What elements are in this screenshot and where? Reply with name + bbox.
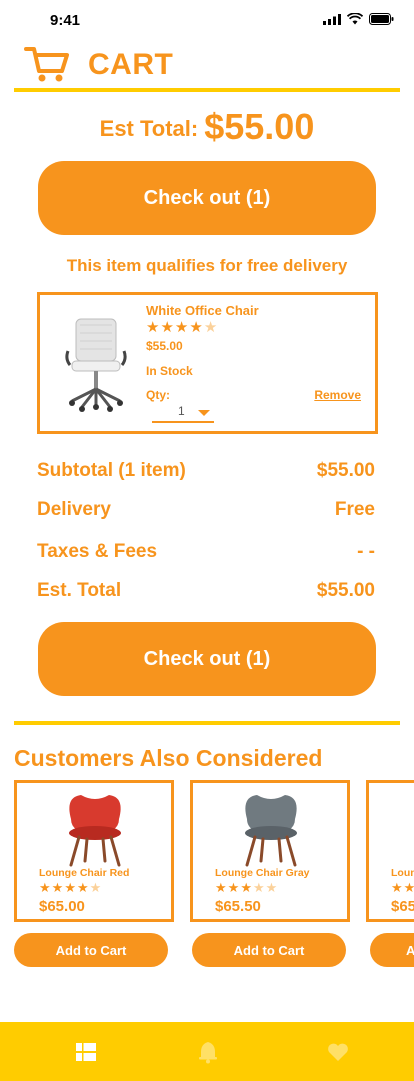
summary-value: - - xyxy=(357,541,375,562)
product-name: Lounge Chair Gray xyxy=(215,867,310,879)
star-empty-icon: ★ xyxy=(203,319,218,336)
status-icons xyxy=(323,13,394,25)
bottom-nav xyxy=(0,1022,414,1081)
star-filled-icon: ★ xyxy=(189,319,203,336)
star-filled-icon: ★ xyxy=(64,880,76,895)
star-filled-icon: ★ xyxy=(227,880,240,895)
product-rating: ★★★★★ xyxy=(215,881,277,894)
header-divider xyxy=(14,88,400,92)
remove-link[interactable]: Remove xyxy=(314,388,361,402)
star-filled-icon: ★ xyxy=(174,319,189,336)
signal-icon xyxy=(323,13,341,25)
office-chair-image xyxy=(65,318,127,412)
product-price: $65.00 xyxy=(39,898,85,915)
checkout-button-top[interactable]: Check out (1) xyxy=(38,161,376,235)
est-total-summary: Est Total: $55.00 xyxy=(0,106,414,148)
chevron-down-icon xyxy=(198,410,210,416)
page-title: CART xyxy=(88,48,174,81)
bell-icon[interactable] xyxy=(196,1040,220,1064)
page-header: CART xyxy=(14,42,400,90)
star-filled-icon: ★ xyxy=(215,880,227,895)
star-filled-icon: ★ xyxy=(391,880,403,895)
lounge-chair-red-image xyxy=(69,795,121,867)
summary-label: Taxes & Fees xyxy=(37,541,158,562)
item-rating: ★ ★ ★ ★ ★ xyxy=(146,320,217,335)
product-rating: ★★★★★ xyxy=(39,881,101,894)
product-name: Lounge Chair Red xyxy=(39,867,130,879)
add-to-cart-button[interactable]: A xyxy=(370,933,414,967)
battery-icon xyxy=(369,13,394,25)
star-empty-icon: ★ xyxy=(265,880,278,895)
star-filled-icon: ★ xyxy=(39,880,51,895)
star-filled-icon: ★ xyxy=(146,319,160,336)
section-divider xyxy=(14,721,400,725)
add-to-cart-button[interactable]: Add to Cart xyxy=(14,933,168,967)
summary-value: $55.00 xyxy=(316,580,375,601)
quantity-value: 1 xyxy=(178,404,185,418)
star-filled-icon: ★ xyxy=(76,880,89,895)
star-empty-icon: ★ xyxy=(252,880,265,895)
checkout-button-bottom[interactable]: Check out (1) xyxy=(38,622,376,696)
product-card[interactable]: Loun ★★★★★ $65 xyxy=(366,780,414,922)
summary-label: Subtotal (1 item) xyxy=(37,460,186,481)
star-filled-icon: ★ xyxy=(240,880,252,895)
product-rating: ★★★★★ xyxy=(391,881,414,894)
list-icon[interactable] xyxy=(74,1040,98,1064)
summary-value: $55.00 xyxy=(316,460,375,481)
summary-label: Delivery xyxy=(37,499,111,520)
summary-value: Free xyxy=(334,499,375,520)
est-total-label: Est Total: xyxy=(99,116,199,141)
lounge-chair-gray-image xyxy=(245,795,297,867)
quantity-label: Qty: xyxy=(146,388,170,402)
star-filled-icon: ★ xyxy=(404,881,414,894)
status-bar: 9:41 xyxy=(0,0,414,40)
cart-icon xyxy=(24,47,69,82)
star-filled-icon: ★ xyxy=(160,319,174,336)
add-to-cart-button[interactable]: Add to Cart xyxy=(192,933,346,967)
summary-label: Est. Total xyxy=(37,580,122,601)
star-filled-icon: ★ xyxy=(51,880,64,895)
recommendations-title: Customers Also Considered xyxy=(14,745,323,771)
product-card[interactable]: Lounge Chair Gray ★ ★ ★ ★ ★ $65.50 xyxy=(190,780,350,922)
wifi-icon xyxy=(347,13,363,25)
est-total-value: $55.00 xyxy=(204,106,315,147)
item-price: $55.00 xyxy=(146,339,183,353)
cart-item: White Office Chair ★ ★ ★ ★ ★ $55.00 In Stock… xyxy=(37,292,378,434)
free-delivery-notice: This item qualifies for free delivery xyxy=(66,256,348,275)
status-time: 9:41 xyxy=(50,12,81,29)
heart-icon[interactable] xyxy=(326,1040,350,1064)
star-empty-icon: ★ xyxy=(89,880,102,895)
product-name: Loun xyxy=(391,867,414,879)
product-card[interactable]: Lounge Chair Red ★ ★ ★ ★ ★ $65.00 xyxy=(14,780,174,922)
product-price: $65.50 xyxy=(215,898,261,915)
quantity-dropdown[interactable]: 1 xyxy=(152,401,214,423)
item-name: White Office Chair xyxy=(146,303,259,318)
product-price: $65 xyxy=(391,898,414,915)
item-stock-status: In Stock xyxy=(146,364,193,378)
